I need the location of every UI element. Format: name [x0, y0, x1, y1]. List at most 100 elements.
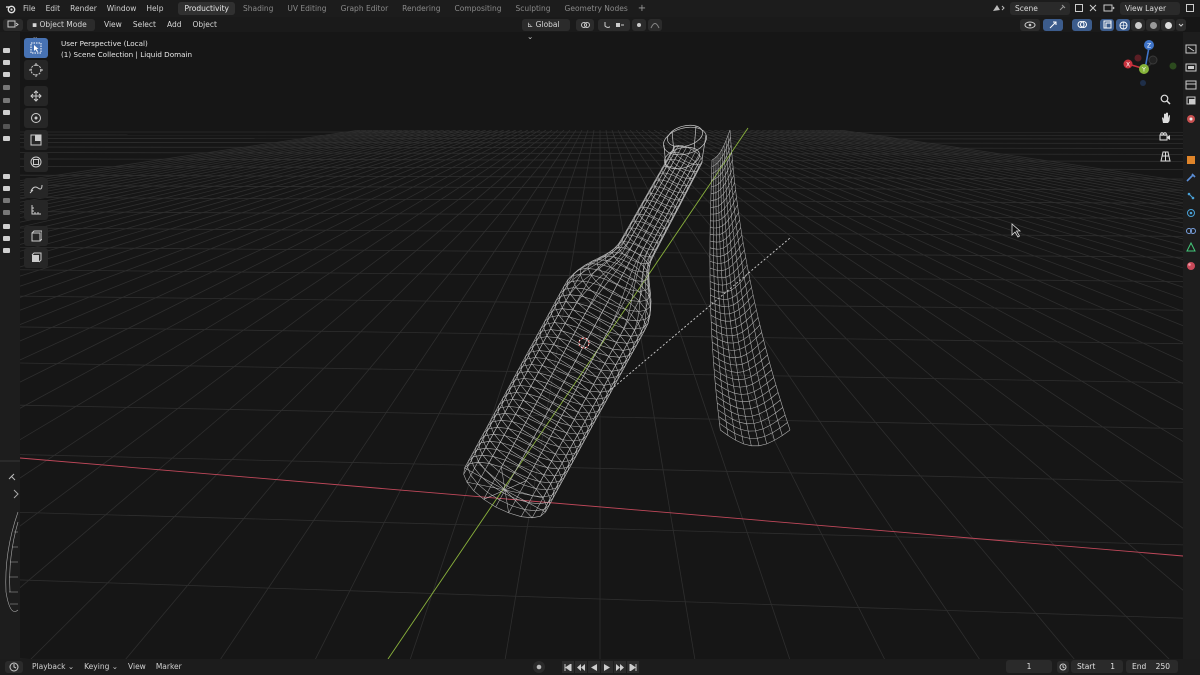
tab-rendering[interactable]: Rendering — [396, 2, 446, 15]
play-reverse-icon[interactable] — [588, 661, 600, 673]
menu-object[interactable]: Object — [187, 19, 221, 31]
jump-keyframe-forward-icon[interactable] — [614, 661, 626, 673]
jump-start-icon[interactable] — [562, 661, 574, 673]
relation-dotted-line — [607, 237, 791, 393]
material-properties-icon[interactable] — [1187, 262, 1195, 270]
current-frame-field[interactable]: 1 — [1006, 660, 1052, 673]
neg-x-axis-icon[interactable] — [1134, 54, 1142, 62]
falloff-icon[interactable] — [648, 18, 662, 31]
view-layer-properties-icon[interactable] — [1186, 96, 1196, 105]
scene-properties-icon[interactable] — [1187, 115, 1195, 123]
tab-uv-editing[interactable]: UV Editing — [281, 2, 332, 15]
add-workspace-button[interactable]: + — [638, 3, 646, 14]
measure-tool[interactable] — [24, 200, 48, 220]
object-properties-icon[interactable] — [1187, 156, 1195, 164]
material-shading-icon[interactable] — [1146, 19, 1160, 31]
rotate-tool[interactable] — [24, 108, 48, 128]
mode-selector[interactable]: ▪ Object Mode ⌄ — [27, 18, 95, 41]
pan-hand-icon[interactable] — [1158, 111, 1172, 125]
timeline-view-menu[interactable]: View — [123, 659, 151, 675]
select-box-tool[interactable] — [24, 38, 48, 58]
modifier-properties-icon[interactable] — [1186, 173, 1196, 182]
neg-z-axis-icon[interactable] — [1140, 80, 1146, 86]
tool-properties-icon[interactable] — [1185, 44, 1197, 54]
particle-properties-icon[interactable] — [1187, 192, 1195, 200]
tab-shading[interactable]: Shading — [237, 2, 279, 15]
wireframe-shading-icon[interactable] — [1116, 19, 1130, 31]
pivot-point-icon[interactable] — [576, 18, 594, 31]
3d-viewport[interactable] — [20, 32, 1183, 659]
tab-productivity[interactable]: Productivity — [178, 2, 235, 15]
timeline-playback-menu[interactable]: Playback ⌄ — [27, 659, 79, 675]
orientation-icon: ⊾ — [527, 19, 536, 29]
pin-icon[interactable] — [1058, 4, 1066, 14]
new-scene-icon[interactable] — [1074, 3, 1084, 15]
add-object-tool[interactable] — [24, 248, 48, 268]
solid-shading-icon[interactable] — [1131, 19, 1145, 31]
new-view-layer-icon[interactable] — [1185, 3, 1195, 15]
annotate-tool[interactable] — [24, 178, 48, 198]
tab-compositing[interactable]: Compositing — [448, 2, 507, 15]
menu-render[interactable]: Render — [65, 0, 102, 17]
scene-icon[interactable] — [992, 3, 1006, 15]
menu-view[interactable]: View — [99, 19, 127, 31]
viewport-header: ▪ Object Mode ⌄ View Select Add Object ⊾… — [0, 17, 1186, 41]
timeline-keying-menu[interactable]: Keying ⌄ — [79, 659, 123, 675]
perspective-toggle-icon[interactable] — [1158, 149, 1172, 163]
z-axis-label: Z — [1147, 43, 1151, 50]
proportional-editing-icon[interactable] — [632, 18, 646, 31]
scene-selector: Scene — [992, 2, 1097, 15]
timeline-editor-type-icon[interactable] — [5, 661, 23, 673]
neg-y-axis-icon[interactable] — [1148, 55, 1158, 65]
end-frame-field[interactable]: End 250 — [1126, 660, 1178, 673]
menu-select[interactable]: Select — [128, 19, 161, 31]
overlays-toggle-icon[interactable] — [1072, 18, 1092, 31]
physics-properties-icon[interactable] — [1187, 209, 1195, 217]
jump-keyframe-back-icon[interactable] — [575, 661, 587, 673]
shading-options-chevron-icon[interactable] — [1176, 19, 1186, 31]
menu-window[interactable]: Window — [102, 0, 142, 17]
cursor-tool[interactable] — [24, 60, 48, 80]
scale-tool[interactable] — [24, 130, 48, 150]
render-properties-icon[interactable] — [1185, 63, 1197, 72]
gizmo-toggle-icon[interactable] — [1043, 18, 1063, 31]
transform-tool[interactable] — [24, 152, 48, 172]
timeline-marker-menu[interactable]: Marker — [151, 659, 187, 675]
x-axis-label: X — [1126, 61, 1130, 68]
snap-target-icon[interactable] — [610, 18, 630, 31]
neg-y-green-axis-icon[interactable] — [1169, 62, 1177, 70]
view-layer-selector: View Layer — [1103, 2, 1200, 15]
orientation-selector[interactable]: ⊾ Global ⌄ — [522, 18, 570, 41]
output-properties-icon[interactable] — [1185, 80, 1197, 90]
start-frame-field[interactable]: Start 1 — [1071, 660, 1123, 673]
camera-view-icon[interactable] — [1158, 130, 1172, 144]
menu-file[interactable]: File — [18, 0, 41, 17]
blender-logo-icon[interactable] — [2, 0, 18, 17]
data-properties-icon[interactable] — [1186, 241, 1196, 252]
tab-sculpting[interactable]: Sculpting — [509, 2, 556, 15]
tab-geometry-nodes[interactable]: Geometry Nodes — [559, 2, 634, 15]
menu-add[interactable]: Add — [162, 19, 187, 31]
delete-scene-icon[interactable] — [1089, 4, 1097, 14]
xray-toggle-icon[interactable] — [1100, 18, 1114, 31]
menu-help[interactable]: Help — [141, 0, 168, 17]
outliner-camera-icons — [0, 48, 20, 612]
jump-end-icon[interactable] — [627, 661, 639, 673]
floor-grid — [20, 130, 1183, 659]
view-layer-icon[interactable] — [1103, 3, 1115, 15]
top-menubar: File Edit Render Window Help Productivit… — [0, 0, 1200, 17]
visibility-selector-icon[interactable] — [1020, 18, 1040, 31]
navigation-gizmo[interactable]: Z X Y — [1118, 38, 1180, 90]
preview-range-icon[interactable] — [1057, 661, 1069, 673]
view-layer-field[interactable]: View Layer — [1120, 2, 1180, 15]
zoom-icon[interactable] — [1158, 92, 1172, 106]
add-cube-tool[interactable] — [24, 226, 48, 246]
editor-type-icon[interactable] — [3, 18, 23, 31]
play-icon[interactable] — [601, 661, 613, 673]
auto-keying-icon[interactable] — [533, 661, 545, 673]
move-tool[interactable] — [24, 86, 48, 106]
rendered-shading-icon[interactable] — [1161, 19, 1175, 31]
constraint-properties-icon[interactable] — [1186, 228, 1196, 234]
menu-edit[interactable]: Edit — [41, 0, 66, 17]
tab-graph-editor[interactable]: Graph Editor — [335, 2, 395, 15]
